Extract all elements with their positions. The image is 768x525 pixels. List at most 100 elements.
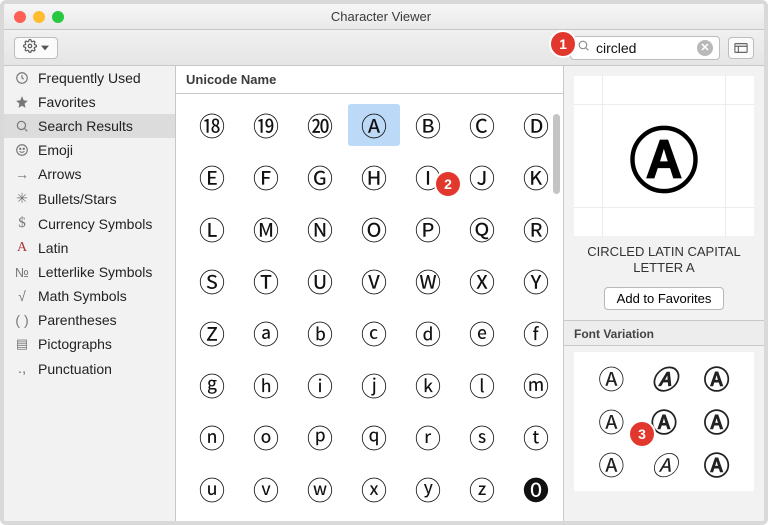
character-cell[interactable]: ⓟ <box>294 416 346 458</box>
character-cell[interactable]: ⓚ <box>402 364 454 406</box>
font-variation-glyph[interactable]: Ⓐ <box>641 446 688 483</box>
character-cell[interactable]: Ⓖ <box>294 156 346 198</box>
add-to-favorites-button[interactable]: Add to Favorites <box>604 287 725 310</box>
settings-menu-button[interactable] <box>14 37 58 59</box>
character-cell[interactable]: ⓨ <box>402 468 454 510</box>
character-viewer-window: Character Viewer ✕ Frequently UsedFavori… <box>0 0 768 525</box>
character-cell[interactable]: ⓤ <box>186 468 238 510</box>
sidebar-item-latin[interactable]: ALatin <box>4 236 175 260</box>
character-cell[interactable]: ⓢ <box>456 416 508 458</box>
character-cell[interactable]: Ⓢ <box>186 260 238 302</box>
character-cell[interactable]: Ⓙ <box>456 156 508 198</box>
sidebar-item-punctuation[interactable]: .,Punctuation <box>4 356 175 381</box>
character-cell[interactable]: ⓯ <box>402 520 454 521</box>
character-cell[interactable]: ⓝ <box>186 416 238 458</box>
font-variation-glyph[interactable]: Ⓐ <box>588 403 635 440</box>
character-cell[interactable]: ⓧ <box>348 468 400 510</box>
character-cell[interactable]: ⓗ <box>240 364 292 406</box>
character-cell[interactable]: ⓛ <box>456 364 508 406</box>
character-cell[interactable]: ⓘ <box>294 364 346 406</box>
character-cell[interactable]: Ⓒ <box>456 104 508 146</box>
character-cell[interactable]: ⓿ <box>510 468 562 510</box>
sidebar-item-search-results[interactable]: Search Results <box>4 114 175 138</box>
numero-icon: № <box>14 265 30 280</box>
character-cell[interactable]: ⑳ <box>294 104 346 146</box>
character-cell[interactable]: ⓠ <box>348 416 400 458</box>
character-cell[interactable]: ⓫ <box>186 520 238 521</box>
zoom-icon[interactable] <box>52 11 64 23</box>
character-cell[interactable]: ⑱ <box>186 104 238 146</box>
minimize-icon[interactable] <box>33 11 45 23</box>
sidebar-item-emoji[interactable]: Emoji <box>4 138 175 162</box>
character-cell[interactable]: Ⓥ <box>348 260 400 302</box>
sidebar-item-pictographs[interactable]: ▤Pictographs <box>4 332 175 356</box>
character-cell[interactable]: ⓙ <box>348 364 400 406</box>
character-cell[interactable]: ⓦ <box>294 468 346 510</box>
character-cell[interactable]: Ⓤ <box>294 260 346 302</box>
sidebar-item-arrows[interactable]: →Arrows <box>4 162 175 186</box>
character-cell[interactable]: ⓒ <box>348 312 400 354</box>
sidebar-item-bullets-stars[interactable]: ✳︎Bullets/Stars <box>4 186 175 211</box>
character-cell[interactable]: ⓮ <box>348 520 400 521</box>
character-cell[interactable]: Ⓛ <box>186 208 238 250</box>
font-variation-glyph[interactable]: Ⓐ <box>588 360 635 397</box>
sidebar-item-parentheses[interactable]: ( )Parentheses <box>4 308 175 332</box>
character-cell[interactable]: ⓖ <box>186 364 238 406</box>
character-cell[interactable]: Ⓣ <box>240 260 292 302</box>
close-icon[interactable] <box>14 11 26 23</box>
font-variation-glyph[interactable]: Ⓐ <box>693 446 740 483</box>
grid-scrollbar[interactable] <box>553 114 560 194</box>
sidebar-item-currency-symbols[interactable]: $Currency Symbols <box>4 211 175 236</box>
character-cell[interactable]: ⓣ <box>510 416 562 458</box>
character-cell[interactable]: ⓔ <box>456 312 508 354</box>
font-variation-glyph[interactable]: Ⓐ <box>588 446 635 483</box>
character-cell[interactable]: Ⓕ <box>240 156 292 198</box>
smiley-icon <box>14 143 30 157</box>
character-cell[interactable]: Ⓨ <box>510 260 562 302</box>
sidebar-item-frequently-used[interactable]: Frequently Used <box>4 66 175 90</box>
sidebar-item-math-symbols[interactable]: √Math Symbols <box>4 284 175 308</box>
character-cell[interactable]: Ⓗ <box>348 156 400 198</box>
character-cell[interactable]: ⓱ <box>510 520 562 521</box>
search-field[interactable]: ✕ <box>570 36 720 60</box>
character-cell[interactable]: ⓑ <box>294 312 346 354</box>
sidebar-item-letterlike-symbols[interactable]: №Letterlike Symbols <box>4 260 175 284</box>
search-icon <box>577 39 590 57</box>
character-cell[interactable]: Ⓟ <box>402 208 454 250</box>
character-cell[interactable]: Ⓜ <box>240 208 292 250</box>
character-name: CIRCLED LATIN CAPITAL LETTER A <box>564 236 764 287</box>
character-cell[interactable]: ⓩ <box>456 468 508 510</box>
character-cell[interactable]: Ⓦ <box>402 260 454 302</box>
character-cell[interactable]: ⓜ <box>510 364 562 406</box>
character-cell[interactable]: ⓞ <box>240 416 292 458</box>
sqrt-icon: √ <box>14 288 30 304</box>
character-cell[interactable]: ⓓ <box>402 312 454 354</box>
font-variation-glyph[interactable]: Ⓐ <box>693 403 740 440</box>
character-cell[interactable]: ⓰ <box>456 520 508 521</box>
character-cell[interactable]: Ⓝ <box>294 208 346 250</box>
toggle-compact-button[interactable] <box>728 37 754 59</box>
character-cell[interactable]: Ⓡ <box>510 208 562 250</box>
character-cell[interactable]: ⓭ <box>294 520 346 521</box>
character-grid: ⑱⑲⑳ⒶⒷⒸⒹⒺⒻⒼⒽⒾⒿⓀⓁⓂⓃⓄⓅⓆⓇⓈⓉⓊⓋⓌⓍⓎⓏⓐⓑⓒⓓⓔⓕⓖⓗⓘⓙⓚ… <box>176 94 563 521</box>
character-cell[interactable]: ⑲ <box>240 104 292 146</box>
character-cell[interactable]: Ⓧ <box>456 260 508 302</box>
font-variation-glyph[interactable]: Ⓐ <box>693 360 740 397</box>
character-cell[interactable]: Ⓑ <box>402 104 454 146</box>
search-input[interactable] <box>594 39 693 57</box>
font-variation-glyph[interactable]: Ⓐ <box>641 360 688 397</box>
character-cell[interactable]: Ⓞ <box>348 208 400 250</box>
character-preview: Ⓐ <box>574 76 754 236</box>
character-cell[interactable]: ⓡ <box>402 416 454 458</box>
clear-search-icon[interactable]: ✕ <box>697 40 713 56</box>
character-cell[interactable]: ⓬ <box>240 520 292 521</box>
grid-header: Unicode Name <box>176 66 563 94</box>
character-cell[interactable]: Ⓔ <box>186 156 238 198</box>
character-cell[interactable]: ⓥ <box>240 468 292 510</box>
sidebar-item-favorites[interactable]: Favorites <box>4 90 175 114</box>
character-cell[interactable]: ⓕ <box>510 312 562 354</box>
character-cell[interactable]: Ⓩ <box>186 312 238 354</box>
character-cell[interactable]: Ⓐ <box>348 104 400 146</box>
character-cell[interactable]: Ⓠ <box>456 208 508 250</box>
character-cell[interactable]: ⓐ <box>240 312 292 354</box>
